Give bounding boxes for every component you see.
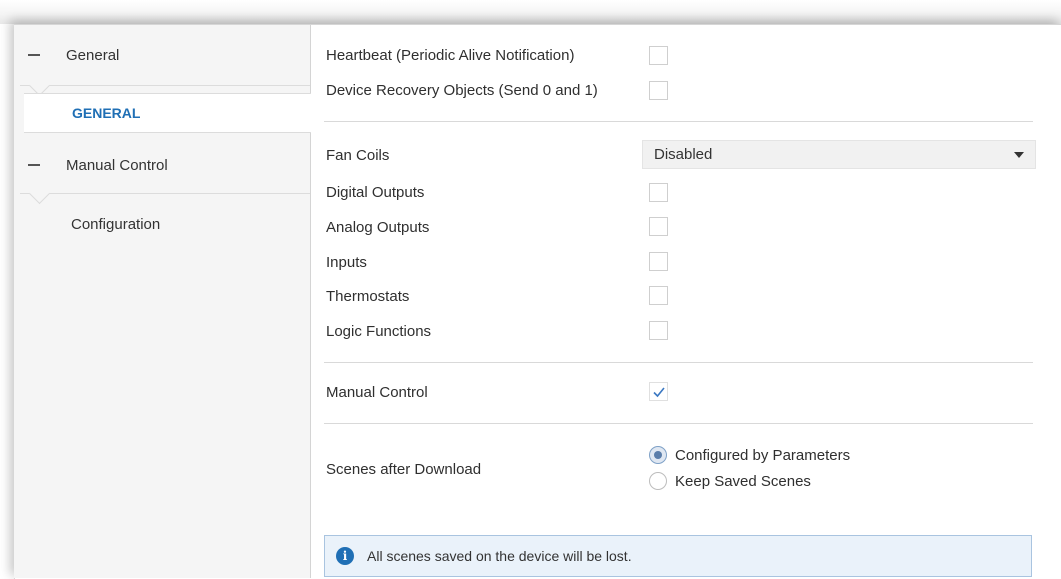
collapse-icon[interactable] (28, 54, 40, 56)
sidebar-item-label: Configuration (71, 215, 161, 233)
analog-outputs-checkbox[interactable] (649, 217, 668, 236)
sidebar-group-label: Manual Control (66, 156, 168, 174)
sidebar-item-general[interactable]: GENERAL (24, 93, 311, 133)
scenes-label: Scenes after Download (326, 460, 482, 478)
thermostats-label: Thermostats (326, 287, 410, 305)
chevron-down-icon (1014, 152, 1024, 158)
logic-functions-checkbox[interactable] (649, 321, 668, 340)
radio-label: Configured by Parameters (675, 446, 851, 464)
sidebar-group-general[interactable]: General (14, 25, 310, 85)
heartbeat-checkbox[interactable] (649, 46, 668, 65)
sidebar-group-manual-control[interactable]: Manual Control (14, 135, 310, 195)
digital-outputs-checkbox[interactable] (649, 183, 668, 202)
recovery-label: Device Recovery Objects (Send 0 and 1) (326, 81, 598, 99)
sidebar-item-label: GENERAL (72, 105, 141, 121)
manual-control-label: Manual Control (326, 383, 428, 401)
digital-outputs-label: Digital Outputs (326, 183, 425, 201)
sidebar: General GENERAL Manual Control Configura… (14, 25, 311, 578)
divider (20, 85, 310, 86)
manual-control-checkbox[interactable] (649, 382, 668, 401)
divider (324, 362, 1033, 363)
collapse-icon[interactable] (28, 164, 40, 166)
inputs-checkbox[interactable] (649, 252, 668, 271)
logic-functions-label: Logic Functions (326, 322, 432, 340)
info-message: i All scenes saved on the device will be… (324, 535, 1032, 577)
sidebar-group-label: General (66, 46, 120, 64)
info-icon: i (336, 547, 354, 565)
heartbeat-label: Heartbeat (Periodic Alive Notification) (326, 46, 575, 64)
divider (20, 193, 310, 194)
fan-coils-label: Fan Coils (326, 146, 390, 164)
inputs-label: Inputs (326, 253, 367, 271)
recovery-checkbox[interactable] (649, 81, 668, 100)
fan-coils-value: Disabled (654, 146, 713, 163)
radio-button[interactable] (649, 446, 667, 464)
info-text: All scenes saved on the device will be l… (367, 548, 632, 564)
divider (324, 423, 1033, 424)
thermostats-checkbox[interactable] (649, 286, 668, 305)
check-icon (653, 387, 665, 398)
sidebar-item-configuration[interactable]: Configuration (24, 205, 310, 243)
radio-keep-saved-scenes[interactable]: Keep Saved Scenes (649, 470, 811, 492)
window-top-edge (0, 0, 1061, 24)
divider (324, 121, 1033, 122)
analog-outputs-label: Analog Outputs (326, 218, 430, 236)
radio-button[interactable] (649, 472, 667, 490)
radio-configured-by-parameters[interactable]: Configured by Parameters (649, 444, 850, 466)
fan-coils-select[interactable]: Disabled (642, 140, 1036, 169)
radio-label: Keep Saved Scenes (675, 472, 811, 490)
parameters-panel: Heartbeat (Periodic Alive Notification) … (311, 25, 1061, 578)
